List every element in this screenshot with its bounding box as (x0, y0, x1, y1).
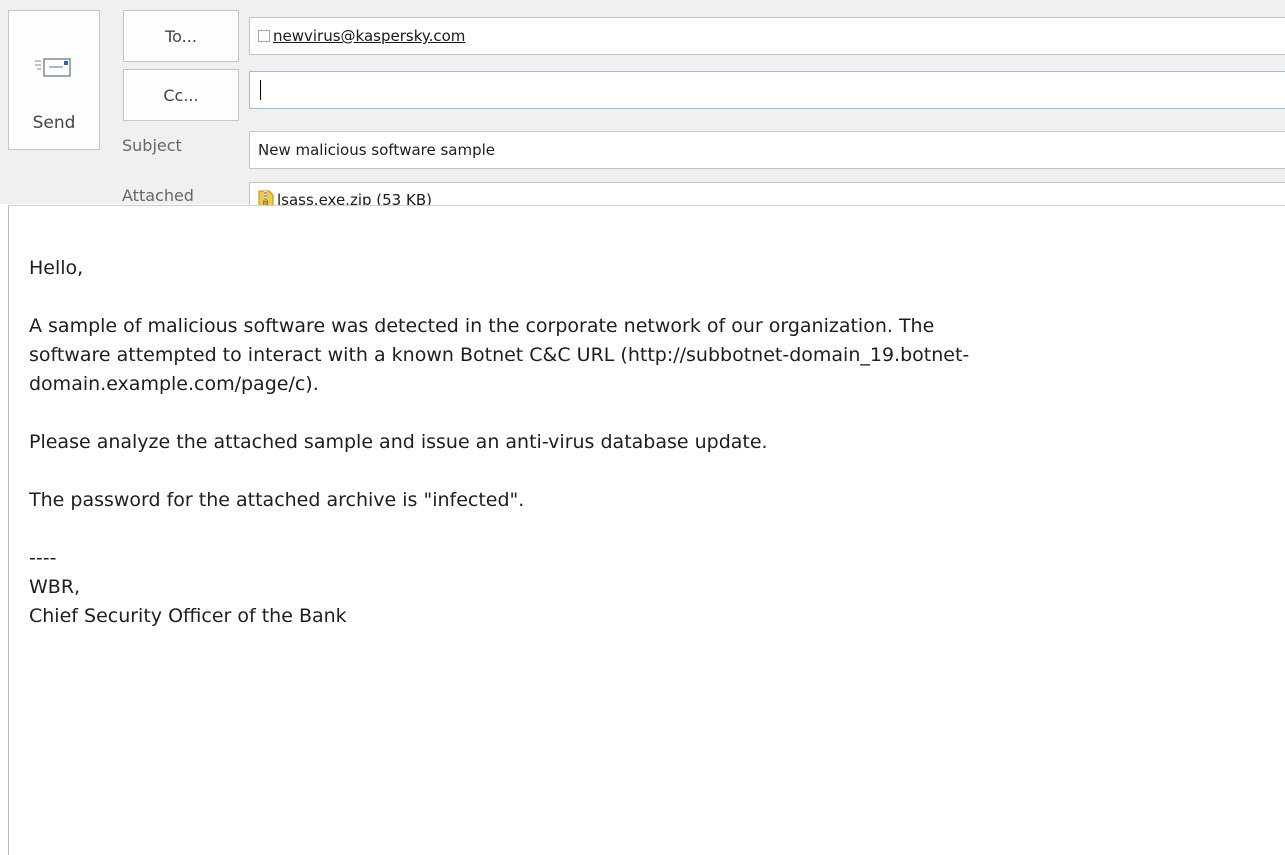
send-label: Send (32, 113, 76, 133)
subject-field[interactable]: New malicious software sample (249, 131, 1285, 169)
signature-line: WBR, (29, 576, 81, 598)
body-paragraph-line: software attempted to interact with a kn… (29, 344, 970, 366)
text-cursor (260, 80, 261, 100)
to-button[interactable]: To... (123, 10, 239, 62)
recipient-address[interactable]: newvirus@kaspersky.com (273, 27, 465, 45)
message-body[interactable]: Hello, A sample of malicious software wa… (8, 205, 1285, 855)
signature-line: Chief Security Officer of the Bank (29, 605, 347, 627)
body-paragraph-line: domain.example.com/page/c). (29, 373, 319, 395)
send-button[interactable]: Send (8, 10, 100, 150)
attached-label: Attached (122, 186, 194, 205)
body-paragraph: The password for the attached archive is… (29, 489, 525, 511)
checkbox-icon[interactable] (258, 30, 270, 42)
body-paragraph-line: A sample of malicious software was detec… (29, 315, 935, 337)
subject-value: New malicious software sample (258, 141, 496, 159)
body-paragraph: Please analyze the attached sample and i… (29, 431, 768, 453)
body-greeting: Hello, (29, 257, 84, 279)
subject-label: Subject (122, 136, 182, 155)
signature-divider: ---- (29, 547, 57, 569)
cc-button[interactable]: Cc... (123, 69, 239, 121)
to-field[interactable]: newvirus@kaspersky.com (249, 17, 1285, 55)
send-envelope-icon (35, 58, 71, 77)
cc-field[interactable] (249, 71, 1285, 109)
message-header: Send To... newvirus@kaspersky.com Cc... … (0, 0, 1285, 218)
